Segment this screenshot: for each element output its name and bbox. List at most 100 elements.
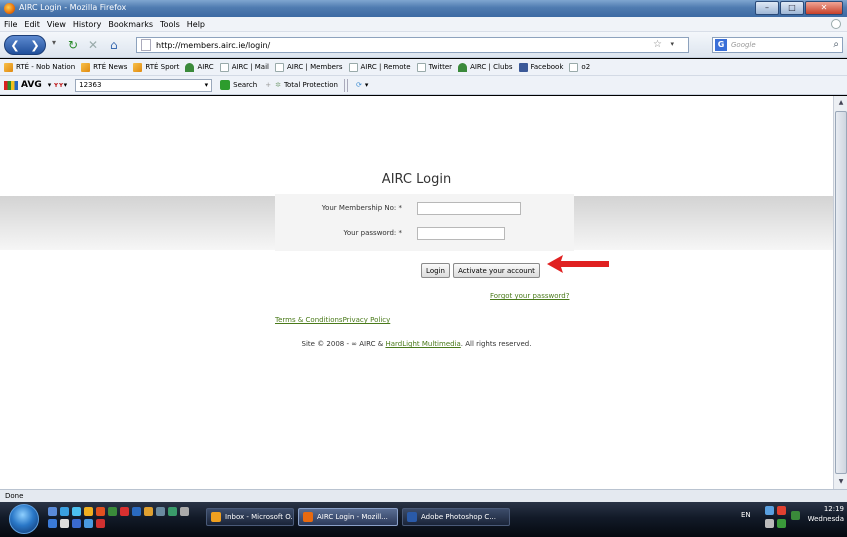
app-icon[interactable] xyxy=(144,507,153,516)
bookmark-item[interactable]: AIRC | Clubs xyxy=(458,62,513,72)
scrollbar-thumb[interactable] xyxy=(835,111,847,474)
refresh-icon: ⟳ xyxy=(355,81,362,89)
minimize-button[interactable]: – xyxy=(755,1,779,15)
scroll-down-icon[interactable]: ▼ xyxy=(835,475,847,489)
url-dropdown-icon[interactable]: ▾ xyxy=(670,40,674,48)
media-icon[interactable] xyxy=(72,507,81,516)
volume-icon[interactable] xyxy=(765,519,774,528)
taskbar-item-inbox[interactable]: Inbox - Microsoft O... xyxy=(206,508,294,526)
back-forward-buttons[interactable]: ❮ ❯ xyxy=(4,35,46,55)
avg-logo-icon xyxy=(4,80,18,90)
bookmark-item[interactable]: AIRC | Remote xyxy=(348,62,411,72)
vertical-scrollbar[interactable]: ▲ ▼ xyxy=(833,96,847,489)
toolbar-divider xyxy=(346,78,348,92)
bookmark-item[interactable]: o2 xyxy=(569,62,590,72)
taskbar-item-photoshop[interactable]: Adobe Photoshop C... xyxy=(402,508,510,526)
sync-icon[interactable] xyxy=(777,519,786,528)
chevron-down-icon[interactable]: ▾ xyxy=(205,81,209,89)
menu-history[interactable]: History xyxy=(73,20,101,29)
network-icon[interactable] xyxy=(765,506,774,515)
menu-edit[interactable]: Edit xyxy=(24,20,40,29)
login-button[interactable]: Login xyxy=(421,263,450,278)
app-icon[interactable] xyxy=(120,507,129,516)
search-box[interactable]: G Google ⌕ xyxy=(712,37,843,53)
address-bar[interactable]: http://members.airc.ie/login/ ☆ ▾ xyxy=(136,37,689,53)
firefox-icon xyxy=(303,512,313,522)
maximize-button[interactable]: □ xyxy=(780,1,804,15)
bookmark-item[interactable]: RTÉ News xyxy=(81,62,127,72)
airc-icon xyxy=(458,62,468,72)
clock[interactable]: 12:19 Wednesda xyxy=(808,504,844,524)
bookmark-star-icon[interactable]: ☆ xyxy=(653,39,662,50)
page-icon xyxy=(219,62,229,72)
url-text[interactable]: http://members.airc.ie/login/ xyxy=(156,41,270,50)
page-icon xyxy=(348,62,358,72)
page-content: AIRC Login Your Membership No: * Your pa… xyxy=(0,96,833,489)
antivirus-icon[interactable] xyxy=(777,506,786,515)
menu-view[interactable]: View xyxy=(47,20,66,29)
menu-bar: File Edit View History Bookmarks Tools H… xyxy=(0,17,847,32)
scroll-up-icon[interactable]: ▲ xyxy=(835,96,847,110)
reload-icon[interactable]: ↻ xyxy=(68,38,78,52)
status-text: Done xyxy=(5,492,24,500)
avg-menu-dropdown-icon[interactable]: ▾ ʏʏ▾ xyxy=(48,81,67,89)
search-icon[interactable]: ⌕ xyxy=(833,39,839,50)
bookmark-item[interactable]: RTÉ - Nob Nation xyxy=(4,62,75,72)
app-icon[interactable] xyxy=(132,507,141,516)
app-icon[interactable] xyxy=(96,519,105,528)
menu-help[interactable]: Help xyxy=(187,20,205,29)
app-icon[interactable] xyxy=(180,507,189,516)
avg-search-button[interactable]: Search xyxy=(220,80,257,90)
start-button[interactable] xyxy=(9,504,39,534)
bookmark-item[interactable]: Twitter xyxy=(416,62,452,72)
membership-input[interactable] xyxy=(417,202,521,215)
bookmark-item[interactable]: AIRC xyxy=(185,62,214,72)
menu-bookmarks[interactable]: Bookmarks xyxy=(108,20,153,29)
firefox-icon xyxy=(4,3,15,14)
folder-icon[interactable] xyxy=(84,507,93,516)
rss-icon xyxy=(133,62,143,72)
avg-logo[interactable]: AVG xyxy=(4,80,42,90)
app-icon[interactable] xyxy=(84,519,93,528)
taskbar-item-firefox[interactable]: AIRC Login - Mozill... xyxy=(298,508,398,526)
app-icon[interactable] xyxy=(48,519,57,528)
avg-search-input[interactable]: 12363 ▾ xyxy=(75,78,213,92)
show-desktop-icon[interactable] xyxy=(48,507,57,516)
bookmark-item[interactable]: Facebook xyxy=(518,62,563,72)
firefox-quick-icon[interactable] xyxy=(96,507,105,516)
hardlight-link[interactable]: HardLight Multimedia xyxy=(385,340,460,348)
page-icon xyxy=(275,62,284,72)
app-icon[interactable] xyxy=(72,519,81,528)
login-form: Your Membership No: * Your password: * xyxy=(275,194,574,251)
forgot-password-link[interactable]: Forgot your password? xyxy=(490,292,569,300)
bookmark-item[interactable]: AIRC | Members xyxy=(275,62,343,72)
back-icon[interactable]: ❮ xyxy=(10,39,19,52)
activate-account-button[interactable]: Activate your account xyxy=(453,263,540,278)
bookmark-item[interactable]: RTÉ Sport xyxy=(133,62,179,72)
system-tray: EN 12:19 Wednesda xyxy=(732,502,847,537)
app-icon[interactable] xyxy=(156,507,165,516)
google-icon[interactable]: G xyxy=(715,39,727,51)
history-dropdown-icon[interactable]: ▾ xyxy=(52,38,56,47)
bookmark-item[interactable]: AIRC | Mail xyxy=(219,62,269,72)
window-titlebar: AIRC Login - Mozilla Firefox – □ ✕ xyxy=(0,0,847,17)
close-button[interactable]: ✕ xyxy=(805,1,843,15)
page-icon xyxy=(141,39,151,51)
home-icon[interactable]: ⌂ xyxy=(110,38,118,52)
avg-extra-button[interactable]: ⟳ ▾ xyxy=(356,81,368,89)
avg-total-protection-button[interactable]: + ✲ Total Protection xyxy=(265,81,338,89)
menu-file[interactable]: File xyxy=(4,20,17,29)
app-icon[interactable] xyxy=(108,507,117,516)
forward-icon[interactable]: ❯ xyxy=(30,39,39,52)
app-tray-icon[interactable] xyxy=(791,511,800,520)
app-icon[interactable] xyxy=(60,519,69,528)
terms-privacy-link[interactable]: Terms & ConditionsPrivacy Policy xyxy=(275,316,390,324)
language-indicator[interactable]: EN xyxy=(741,511,751,519)
navigation-toolbar: ❮ ❯ ▾ ↻ ✕ ⌂ http://members.airc.ie/login… xyxy=(0,32,847,58)
ie-icon[interactable] xyxy=(60,507,69,516)
menu-tools[interactable]: Tools xyxy=(160,20,180,29)
app-icon[interactable] xyxy=(168,507,177,516)
rss-icon xyxy=(4,62,13,72)
stop-icon[interactable]: ✕ xyxy=(88,38,98,52)
password-input[interactable] xyxy=(417,227,505,240)
